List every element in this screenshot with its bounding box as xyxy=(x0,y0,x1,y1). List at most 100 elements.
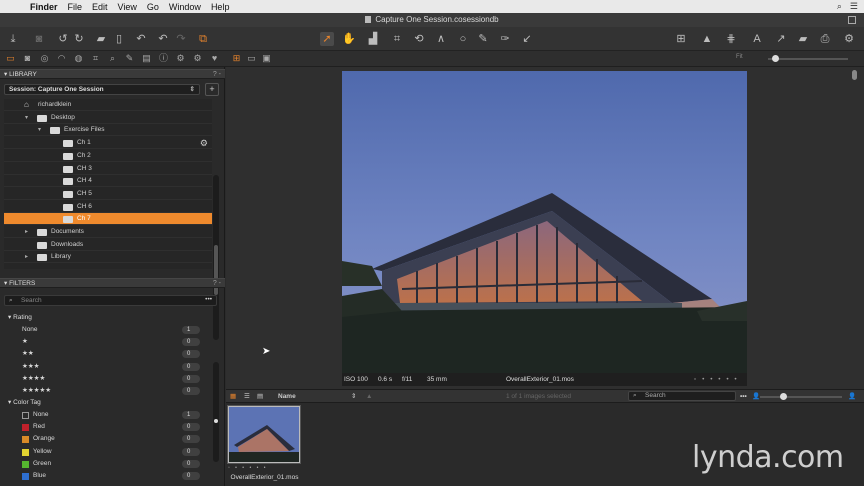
rating-filter-row[interactable]: ★★ 0 xyxy=(0,348,210,360)
filters-scrollbar-thumb[interactable] xyxy=(214,419,218,423)
sort-direction-icon[interactable]: ▲ xyxy=(366,390,372,403)
filters-scrollbar[interactable] xyxy=(213,362,219,462)
color-tag-filter-row[interactable]: None 1 xyxy=(0,409,210,421)
picker-tool-icon[interactable]: ✑ xyxy=(498,32,512,46)
move-folder-icon[interactable]: ▰ xyxy=(94,32,108,46)
output-tab-icon[interactable]: ⚙ xyxy=(175,53,186,64)
copy-apply-icon[interactable]: ⧉ xyxy=(196,32,210,46)
menu-window[interactable]: Window xyxy=(169,2,201,12)
rating-filter-row[interactable]: ★★★★★ 0 xyxy=(0,385,210,397)
disclosure-open-icon[interactable]: ▾ xyxy=(38,124,41,136)
proof-view-icon[interactable]: ▣ xyxy=(261,53,272,64)
print-icon[interactable]: ⎙ xyxy=(818,32,832,46)
details-tab-icon[interactable]: ⌕ xyxy=(107,53,118,64)
rotate-left-icon[interactable]: ↺ xyxy=(56,32,70,46)
rating-dots[interactable]: ▫ • • • • • xyxy=(694,373,739,386)
grid-view-icon[interactable]: ⊞ xyxy=(674,32,688,46)
folder-tree-row[interactable]: Ch 1 ⚙ xyxy=(4,137,212,150)
gear-icon[interactable]: ⚙ xyxy=(200,137,208,149)
thumbnail-rating[interactable]: ▫ • • • • • xyxy=(228,465,300,472)
brush-tool-icon[interactable]: ✎ xyxy=(476,32,490,46)
thumbnail-view-icon[interactable]: ▦ xyxy=(230,390,236,403)
list-view-icon[interactable]: ☰ xyxy=(244,390,250,403)
browser-search-input[interactable]: ⌕ Search xyxy=(628,391,736,401)
crop-tool-icon[interactable]: ⌗ xyxy=(390,32,404,46)
batch-tab-icon[interactable]: ⚙ xyxy=(192,53,203,64)
text-tool-icon[interactable]: A xyxy=(750,32,764,46)
thumbnail-image[interactable] xyxy=(227,405,301,464)
folder-tree-row[interactable]: CH 5 xyxy=(4,188,212,200)
trash-icon[interactable]: ▯ xyxy=(112,32,126,46)
session-selector[interactable]: Session: Capture One Session ⇕ xyxy=(4,84,200,95)
rotate-right-icon[interactable]: ↻ xyxy=(72,32,86,46)
fullscreen-icon[interactable] xyxy=(848,16,856,24)
multi-view-icon[interactable]: ⊞ xyxy=(231,53,242,64)
disclosure-closed-icon[interactable]: ▸ xyxy=(25,251,28,263)
sort-order-icon[interactable]: ⇕ xyxy=(351,390,356,403)
thumbnail-size-knob[interactable] xyxy=(780,393,787,400)
import-icon[interactable]: ⤓ xyxy=(6,32,20,46)
keystone-tool-icon[interactable]: ∧ xyxy=(434,32,448,46)
folder-tree-row[interactable]: ⌂ richardklein xyxy=(4,99,212,111)
filters-search-input[interactable]: ⌕ Search ••• xyxy=(4,295,217,306)
folder-tree-row[interactable]: Ch 7 xyxy=(4,213,212,226)
filters-header-controls[interactable]: ? - xyxy=(213,279,221,288)
spot-removal-icon[interactable]: ○ xyxy=(456,32,470,46)
sort-by-label[interactable]: Name xyxy=(278,390,296,403)
library-header[interactable]: ▾ LIBRARY ? - xyxy=(0,69,225,79)
redo-icon[interactable]: ↷ xyxy=(174,32,188,46)
menu-help[interactable]: Help xyxy=(211,2,230,12)
disclosure-closed-icon[interactable]: ▸ xyxy=(25,226,28,238)
spotlight-search-icon[interactable]: ⌕ xyxy=(837,1,842,12)
crop-tab-icon[interactable]: ⌗ xyxy=(90,53,101,64)
grid-overlay-icon[interactable]: ⋕ xyxy=(724,32,738,46)
annotation-tool-icon[interactable]: ↙ xyxy=(520,32,534,46)
person-icon-right[interactable]: 👤 xyxy=(848,390,856,403)
folder-tree-row[interactable]: ▾ Desktop xyxy=(4,112,212,124)
select-tool-icon[interactable]: ➚ xyxy=(320,32,334,46)
folder-tree-row[interactable]: ▸ Documents xyxy=(4,226,212,238)
disclosure-open-icon[interactable]: ▾ xyxy=(25,112,28,124)
menu-file[interactable]: File xyxy=(68,2,83,12)
viewer-scrollbar[interactable] xyxy=(851,70,858,370)
color-tag-filter-row[interactable]: Green 0 xyxy=(0,458,210,470)
color-tag-filter-row[interactable]: Red 0 xyxy=(0,421,210,433)
folder-tree-row[interactable]: CH 6 xyxy=(4,201,212,213)
person-icon[interactable]: 👤 xyxy=(752,390,760,403)
rating-filter-row[interactable]: ★★★★ 0 xyxy=(0,373,210,385)
quick-tab-icon[interactable]: ♥ xyxy=(209,53,220,64)
viewer-scrollbar-thumb[interactable] xyxy=(852,70,857,80)
color-tag-filter-row[interactable]: Orange 0 xyxy=(0,433,210,445)
undo-icon[interactable]: ↶ xyxy=(134,32,148,46)
pan-tool-icon[interactable]: ✋ xyxy=(342,32,356,46)
notification-list-icon[interactable]: ☰ xyxy=(850,1,858,12)
folder-tree-scrollbar[interactable] xyxy=(213,175,219,340)
lens-tab-icon[interactable]: ◎ xyxy=(39,53,50,64)
filters-header[interactable]: ▾ FILTERS ? - xyxy=(0,278,225,288)
folder-tree-row[interactable]: Downloads xyxy=(4,239,212,251)
rating-filter-row[interactable]: ★ 0 xyxy=(0,336,210,348)
thumbnail-card[interactable]: ▫ • • • • • OverallExterior_01.mos xyxy=(226,405,303,483)
color-tag-group-header[interactable]: ▾ Color Tag xyxy=(8,398,41,406)
exposure-warning-icon[interactable]: ▲ xyxy=(700,32,714,46)
single-view-icon[interactable]: ▭ xyxy=(246,53,257,64)
color-tab-icon[interactable]: ◠ xyxy=(56,53,67,64)
color-tag-filter-row[interactable]: Yellow 0 xyxy=(0,446,210,458)
adjustments-tab-icon[interactable]: ▤ xyxy=(141,53,152,64)
main-photo[interactable] xyxy=(342,71,747,373)
thumbnail-size-slider[interactable] xyxy=(760,393,842,400)
settings-icon[interactable]: ⚙ xyxy=(842,32,856,46)
folder-tree-row[interactable]: ▸ Library xyxy=(4,251,212,264)
capture-tab-icon[interactable]: ◙ xyxy=(22,53,33,64)
camera-icon[interactable]: ◙ xyxy=(32,32,46,46)
rating-filter-row[interactable]: None 1 xyxy=(0,324,210,336)
menu-edit[interactable]: Edit xyxy=(92,2,108,12)
folder-tree-row[interactable]: CH 4 xyxy=(4,175,212,188)
add-collection-button[interactable]: + xyxy=(205,83,219,96)
rating-group-header[interactable]: ▾ Rating xyxy=(8,313,32,321)
metadata-tab-icon[interactable]: ⓘ xyxy=(158,53,169,64)
filmstrip-view-icon[interactable]: ▤ xyxy=(257,390,263,403)
rotate-tool-icon[interactable]: ⟲ xyxy=(412,32,426,46)
browser-search-options-icon[interactable]: ••• xyxy=(740,390,747,403)
rating-filter-row[interactable]: ★★★ 0 xyxy=(0,361,210,373)
